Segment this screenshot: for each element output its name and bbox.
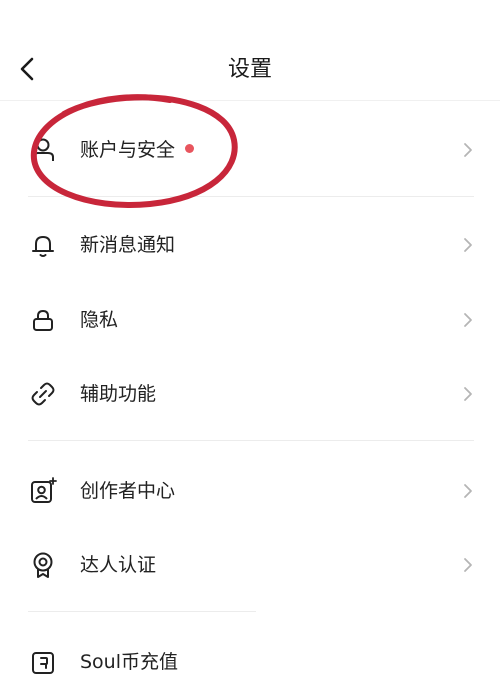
divider	[28, 440, 474, 441]
menu-item-label: 新消息通知	[80, 234, 176, 256]
menu-item-label: Soul币充值	[80, 651, 179, 673]
lock-icon	[28, 305, 58, 335]
menu-item-label: 隐私	[80, 309, 119, 331]
chevron-right-icon	[462, 385, 474, 403]
chevron-right-icon	[462, 482, 474, 500]
menu-item-expert-certification[interactable]: 达人认证	[0, 535, 500, 595]
menu-item-soul-coin-topup[interactable]: Soul币充值	[0, 632, 500, 692]
chevron-right-icon	[462, 556, 474, 574]
header: 设置	[0, 0, 500, 101]
menu-item-accessibility[interactable]: 辅助功能	[0, 364, 500, 424]
menu-item-privacy[interactable]: 隐私	[0, 290, 500, 350]
link-icon	[28, 379, 58, 409]
wallet-icon	[28, 647, 58, 677]
menu-item-label: 创作者中心	[80, 480, 176, 502]
menu-item-account-security[interactable]: 账户与安全	[0, 120, 500, 180]
menu-item-creator-center[interactable]: 创作者中心	[0, 461, 500, 521]
menu-item-notifications[interactable]: 新消息通知	[0, 215, 500, 275]
chevron-right-icon	[462, 311, 474, 329]
menu-item-label: 辅助功能	[80, 383, 157, 405]
chevron-right-icon	[462, 141, 474, 159]
menu-item-label: 账户与安全	[80, 139, 176, 161]
creator-icon	[28, 476, 58, 506]
chevron-right-icon	[462, 236, 474, 254]
bell-icon	[28, 230, 58, 260]
divider	[28, 196, 474, 197]
menu-item-label: 达人认证	[80, 554, 157, 576]
badge-icon	[28, 550, 58, 580]
user-icon	[28, 135, 58, 165]
page-title: 设置	[227, 57, 272, 82]
notification-dot	[185, 144, 195, 153]
divider	[28, 611, 256, 612]
